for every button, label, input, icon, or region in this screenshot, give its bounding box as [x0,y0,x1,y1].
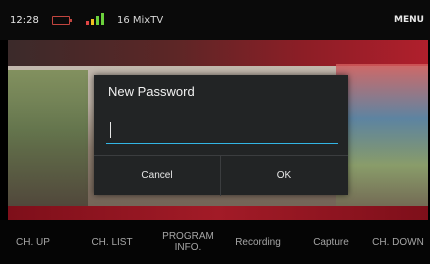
signal-bar [101,13,104,25]
cancel-button[interactable]: Cancel [94,156,221,196]
ok-button[interactable]: OK [221,156,347,196]
signal-strength-icon [86,13,108,25]
channel-list-button[interactable]: CH. LIST [72,220,152,264]
channel-up-button[interactable]: CH. UP [0,220,66,264]
text-cursor [110,122,111,138]
signal-bar [86,21,89,25]
channel-down-button[interactable]: CH. DOWN [366,220,430,264]
channel-name: 16 MixTV [117,15,164,26]
video-floor-banner [8,206,428,220]
signal-bar [91,19,94,25]
clock: 12:28 [10,15,39,26]
signal-bar [96,16,99,25]
menu-button[interactable]: MENU [394,15,424,25]
password-input[interactable] [114,119,338,143]
battery-icon [52,16,72,25]
video-clothes-rack-left [8,70,88,220]
password-field[interactable] [106,119,338,144]
new-password-dialog: New Password Cancel OK [94,75,348,196]
program-info-line2: INFO. [174,242,202,253]
recording-button[interactable]: Recording [226,220,290,264]
dialog-buttons: Cancel OK [94,155,348,196]
program-info-line1: PROGRAM [162,231,214,242]
capture-button[interactable]: Capture [296,220,366,264]
video-clothes-rack-right [336,64,428,220]
program-info-button[interactable]: PROGRAM INFO. [152,220,224,264]
status-bar: 12:28 16 MixTV MENU [0,0,430,40]
dialog-title: New Password [108,84,195,99]
control-bar: CH. UP CH. LIST PROGRAM INFO. Recording … [0,220,430,264]
video-banner [8,40,428,66]
